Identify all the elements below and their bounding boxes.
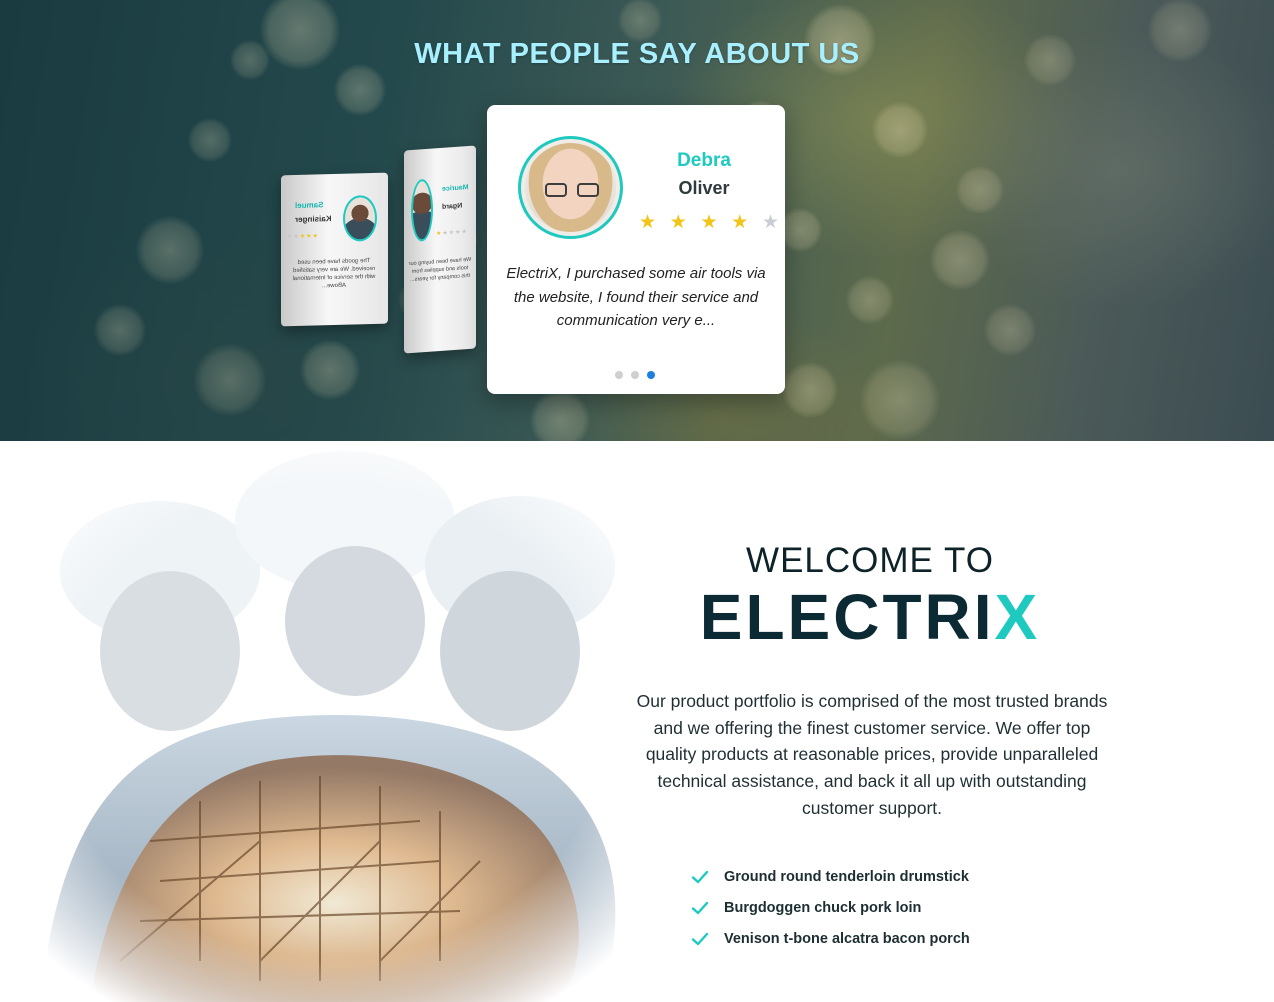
- welcome-heading: WELCOME TO: [746, 541, 994, 580]
- testimonials-section: WHAT PEOPLE SAY ABOUT US Samuel Kaisinge…: [0, 0, 1274, 441]
- reviewer-avatar: [411, 178, 433, 243]
- reviewer-first-name: Maurice: [442, 184, 469, 193]
- reviewer-first-name: Samuel: [295, 200, 324, 211]
- engineers-refinery-image: [0, 441, 660, 1002]
- star-icon: ★: [639, 212, 657, 233]
- reviewer-last-name: Oliver: [678, 178, 730, 198]
- check-icon: [690, 929, 710, 949]
- testimonial-card-active[interactable]: Debra Oliver ★ ★ ★ ★ ★ ElectriX, I purchased…: [487, 105, 785, 394]
- slider-dots: [615, 371, 655, 379]
- reviewer-avatar: [343, 194, 377, 242]
- feature-text: Ground round tenderloin drumstick: [724, 868, 969, 885]
- feature-item: Ground round tenderloin drumstick: [690, 861, 970, 892]
- feature-text: Burgdoggen chuck pork loin: [724, 899, 922, 916]
- brand-title-accent: X: [994, 581, 1041, 653]
- brand-title: ELECTRIX: [660, 580, 1080, 654]
- testimonial-quote: We have been buying our tools and suppli…: [408, 256, 472, 284]
- reviewer-avatar: [518, 136, 623, 239]
- star-icon: ★: [700, 212, 718, 233]
- slider-dot[interactable]: [647, 371, 655, 379]
- check-icon: [690, 867, 710, 887]
- testimonial-quote: The goods have been used received. We ar…: [292, 258, 376, 290]
- brand-title-main: ELECTRI: [699, 581, 995, 653]
- star-icon: ★: [731, 212, 749, 233]
- testimonials-title: WHAT PEOPLE SAY ABOUT US: [414, 38, 860, 70]
- star-icon: ★: [669, 212, 687, 233]
- check-icon: [690, 898, 710, 918]
- rating-stars: ★ ★ ★ ★ ★: [639, 211, 779, 234]
- reviewer-first-name: Debra: [677, 150, 731, 171]
- feature-text: Venison t-bone alcatra bacon porch: [724, 930, 970, 947]
- welcome-section: WELCOME TO ELECTRIX Our product portfoli…: [0, 441, 1274, 1002]
- welcome-description: Our product portfolio is comprised of th…: [636, 691, 1108, 818]
- reviewer-last-name: Kaisinger: [295, 214, 332, 225]
- rating-stars: ★★★★★: [287, 233, 319, 241]
- feature-item: Burgdoggen chuck pork loin: [690, 892, 970, 923]
- testimonial-card-side[interactable]: Maurice Ngard ★★★★★ We have been buying …: [404, 145, 476, 354]
- testimonial-card-side[interactable]: Samuel Kaisinger ★★★★★ The goods have be…: [281, 172, 388, 327]
- star-icon: ★: [761, 212, 779, 233]
- slider-dot[interactable]: [615, 371, 623, 379]
- slider-dot[interactable]: [631, 371, 639, 379]
- testimonial-quote: ElectriX, I purchased some air tools via…: [506, 265, 766, 329]
- rating-stars: ★★★★★: [436, 229, 468, 238]
- reviewer-last-name: Ngard: [442, 202, 463, 211]
- feature-list: Ground round tenderloin drumstick Burgdog…: [690, 861, 970, 954]
- feature-item: Venison t-bone alcatra bacon porch: [690, 923, 970, 954]
